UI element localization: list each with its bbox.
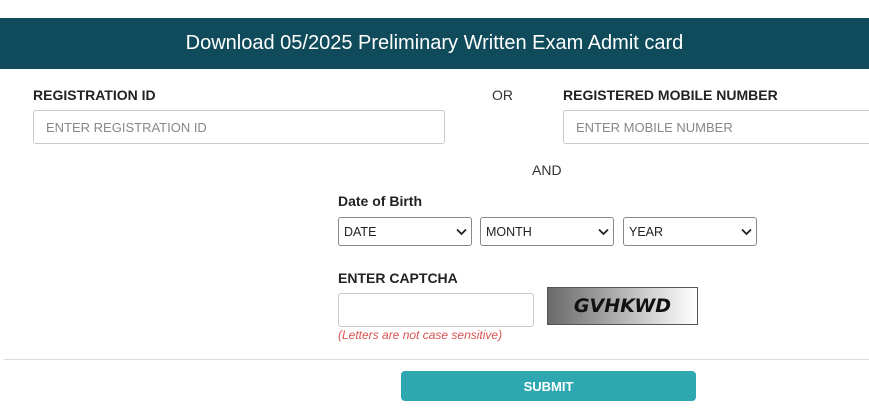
registration-id-label: REGISTRATION ID [33, 87, 156, 103]
page-title: Download 05/2025 Preliminary Written Exa… [185, 32, 684, 54]
chevron-down-icon [455, 226, 467, 238]
dob-month-value: MONTH [486, 224, 532, 239]
captcha-input[interactable] [338, 293, 534, 327]
captcha-hint: (Letters are not case sensitive) [338, 328, 503, 342]
dob-year-value: YEAR [629, 224, 664, 239]
dob-day-select[interactable]: DATE [338, 217, 472, 246]
captcha-image: GVHKWD [547, 287, 698, 325]
registration-id-input[interactable] [33, 110, 445, 144]
captcha-label: ENTER CAPTCHA [338, 270, 458, 286]
chevron-down-icon [740, 226, 752, 238]
submit-button[interactable]: SUBMIT [401, 371, 696, 401]
dob-day-value: DATE [344, 224, 377, 239]
mobile-number-input[interactable] [563, 110, 869, 144]
form-divider [4, 359, 869, 360]
dob-year-select[interactable]: YEAR [623, 217, 757, 246]
dob-month-select[interactable]: MONTH [480, 217, 614, 246]
captcha-image-text: GVHKWD [573, 295, 672, 317]
and-separator: AND [532, 162, 562, 178]
dob-label: Date of Birth [338, 193, 422, 209]
page-header: Download 05/2025 Preliminary Written Exa… [0, 18, 869, 69]
mobile-number-label: REGISTERED MOBILE NUMBER [563, 87, 778, 103]
or-separator: OR [492, 87, 513, 103]
chevron-down-icon [597, 226, 609, 238]
